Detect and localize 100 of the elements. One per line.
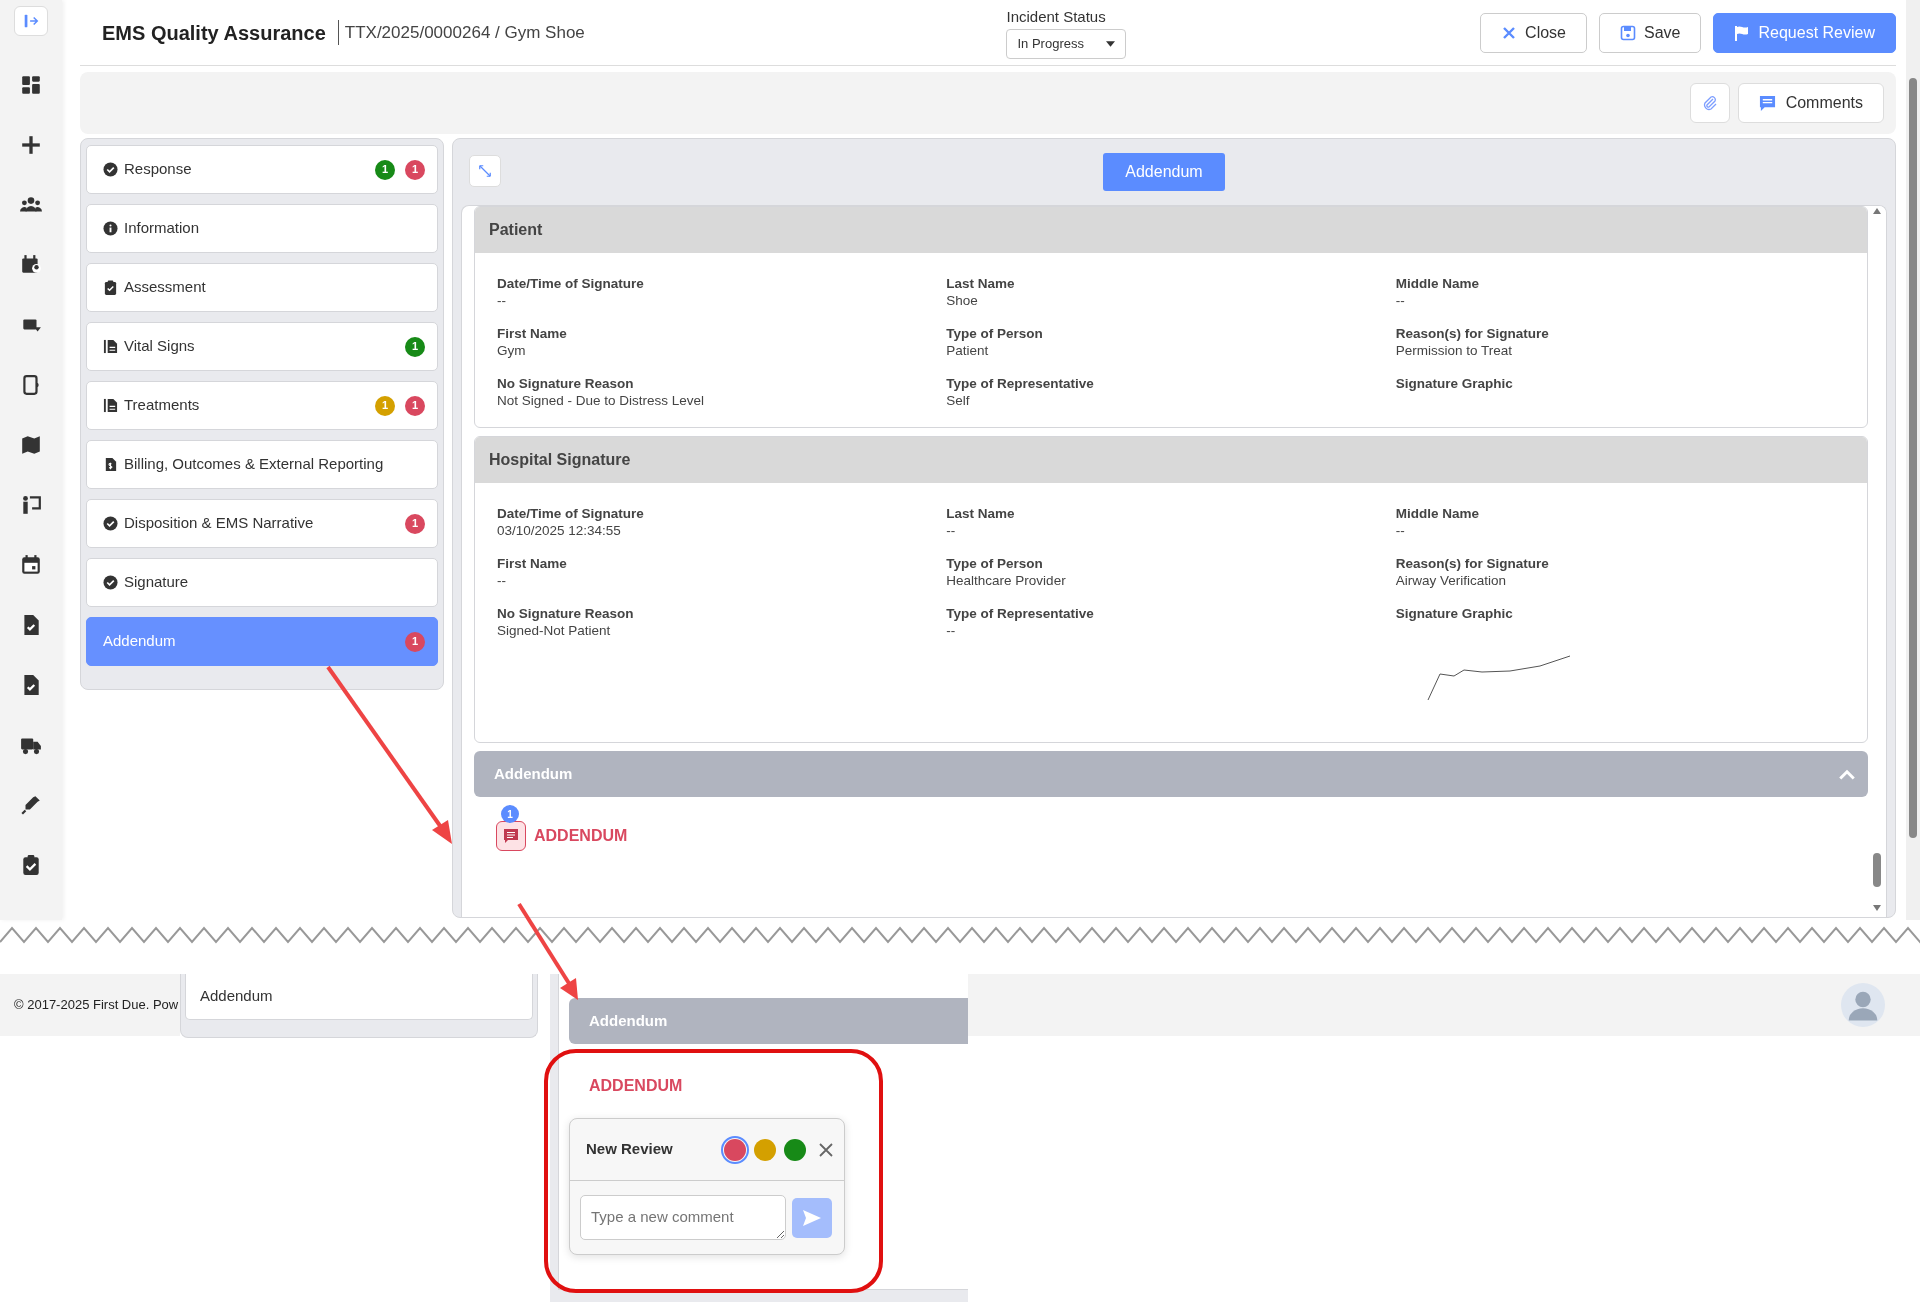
field-value: Shoe <box>946 292 979 309</box>
field-label: Type of Person <box>946 555 1044 572</box>
clipboard-check-icon <box>20 854 42 876</box>
field-label: Middle Name <box>1395 275 1480 292</box>
nav-item[interactable]: Disposition & EMS Narrative 1 <box>86 499 438 548</box>
paperclip-icon <box>1701 95 1718 111</box>
caret-icon <box>1106 40 1116 47</box>
nav-item[interactable]: Billing, Outcomes & External Reporting <box>86 440 438 489</box>
plus-icon <box>20 134 42 156</box>
color-option[interactable] <box>724 1138 746 1161</box>
comments-button[interactable]: Comments <box>1737 83 1884 123</box>
check-circle-icon <box>103 162 118 177</box>
section-header: Hospital Signature <box>475 437 1867 483</box>
field-label: No Signature Reason <box>497 375 635 392</box>
field-value: Gym <box>497 342 527 359</box>
comment-icon <box>1758 94 1776 112</box>
nav-item[interactable]: Signature <box>86 558 438 607</box>
count-badge: 1 <box>375 159 395 180</box>
field-value: -- <box>1395 522 1406 539</box>
avatar-icon <box>1841 983 1885 1027</box>
field-value: -- <box>946 522 957 539</box>
check-circle-icon <box>103 516 118 531</box>
nav-item[interactable]: Response 1 1 <box>86 145 438 194</box>
color-option[interactable] <box>754 1138 776 1161</box>
field-label: First Name <box>497 555 568 572</box>
field-value: Airway Verification <box>1395 572 1507 589</box>
field-label: Type of Representative <box>946 605 1095 622</box>
invoice-icon <box>103 457 118 472</box>
field-value: -- <box>1395 292 1406 309</box>
expand-sidebar-icon <box>22 12 40 30</box>
field-label: Signature Graphic <box>1395 605 1514 622</box>
page-title: EMS Quality Assurance <box>102 20 326 46</box>
field-label: Date/Time of Signature <box>497 505 645 522</box>
check-circle-icon <box>103 575 118 590</box>
nav-item[interactable]: Addendum 1 <box>86 617 438 666</box>
nav-item[interactable]: Vital Signs 1 <box>86 322 438 371</box>
comment-field[interactable]: Type a new comment <box>580 1195 786 1240</box>
count-badge: 1 <box>375 395 395 416</box>
nav-item[interactable]: Addendum <box>185 974 533 1020</box>
field-value: -- <box>946 622 957 639</box>
comment-button[interactable] <box>496 821 526 851</box>
addendum-link[interactable]: ADDENDUM <box>534 824 628 848</box>
copyright-text: © 2017-2025 First Due. Pow <box>0 974 180 1036</box>
field-value: Patient <box>946 342 990 359</box>
calendar-user-icon <box>20 254 42 276</box>
field-value: -- <box>497 292 507 309</box>
count-badge: 1 <box>405 631 425 652</box>
field-label: Last Name <box>946 505 1016 522</box>
addendum-link[interactable]: ADDENDUM <box>589 1074 968 1098</box>
field-label: Signature Graphic <box>1395 375 1514 392</box>
expand-button[interactable] <box>469 155 501 187</box>
field-label: Type of Person <box>946 325 1044 342</box>
send-button[interactable] <box>792 1197 832 1238</box>
field-label: Reason(s) for Signature <box>1395 325 1550 342</box>
status-label: Incident Status <box>1006 7 1107 28</box>
document-icon <box>103 398 118 413</box>
nav-item[interactable]: Assessment <box>86 263 438 312</box>
flag-icon <box>1734 24 1751 41</box>
section-header: Patient <box>475 207 1867 253</box>
count-badge: 1 <box>405 395 425 416</box>
tablet-icon <box>20 374 42 396</box>
field-label: Last Name <box>946 275 1016 292</box>
document-icon <box>103 339 118 354</box>
nav-item[interactable]: Treatments 1 1 <box>86 381 438 430</box>
sidebar-toggle[interactable] <box>14 6 48 36</box>
field-value: Self <box>946 392 971 409</box>
count-badge: 1 <box>405 336 425 357</box>
comment-icon <box>503 828 519 844</box>
count-badge: 1 <box>405 159 425 180</box>
field-label: Middle Name <box>1395 505 1480 522</box>
dashboard-icon <box>20 74 42 96</box>
count-badge: 1 <box>501 805 519 823</box>
send-icon <box>802 1207 822 1228</box>
field-value: Not Signed - Due to Distress Level <box>497 392 706 409</box>
field-value: Signed-Not Patient <box>497 622 612 639</box>
incident-title: TTX/2025/0000264 / Gym Shoe <box>337 19 585 46</box>
field-label: First Name <box>497 325 568 342</box>
count-badge: 1 <box>405 513 425 534</box>
field-label: Type of Representative <box>946 375 1095 392</box>
close-button[interactable]: Close <box>1480 12 1587 53</box>
color-option[interactable] <box>784 1138 806 1161</box>
map-icon <box>20 434 42 456</box>
review-title: New Review <box>586 1139 673 1160</box>
field-value: -- <box>497 572 507 589</box>
close-icon <box>818 1141 834 1158</box>
calendar-icon <box>20 554 42 576</box>
field-label: No Signature Reason <box>497 605 635 622</box>
status-dropdown[interactable]: In Progress <box>1006 28 1127 59</box>
field-label: Reason(s) for Signature <box>1395 555 1550 572</box>
info-icon <box>103 221 118 236</box>
save-icon <box>1620 24 1636 41</box>
nav-item[interactable]: Information <box>86 204 438 253</box>
field-value: Healthcare Provider <box>946 572 1067 589</box>
attach-button[interactable] <box>1689 83 1730 123</box>
field-value: Permission to Treat <box>1395 342 1513 359</box>
expand-icon <box>478 164 492 178</box>
syringe-icon <box>20 794 42 816</box>
field-label: Date/Time of Signature <box>497 275 645 292</box>
save-button[interactable]: Save <box>1599 12 1702 53</box>
field-value: 03/10/2025 12:34:55 <box>497 522 622 539</box>
